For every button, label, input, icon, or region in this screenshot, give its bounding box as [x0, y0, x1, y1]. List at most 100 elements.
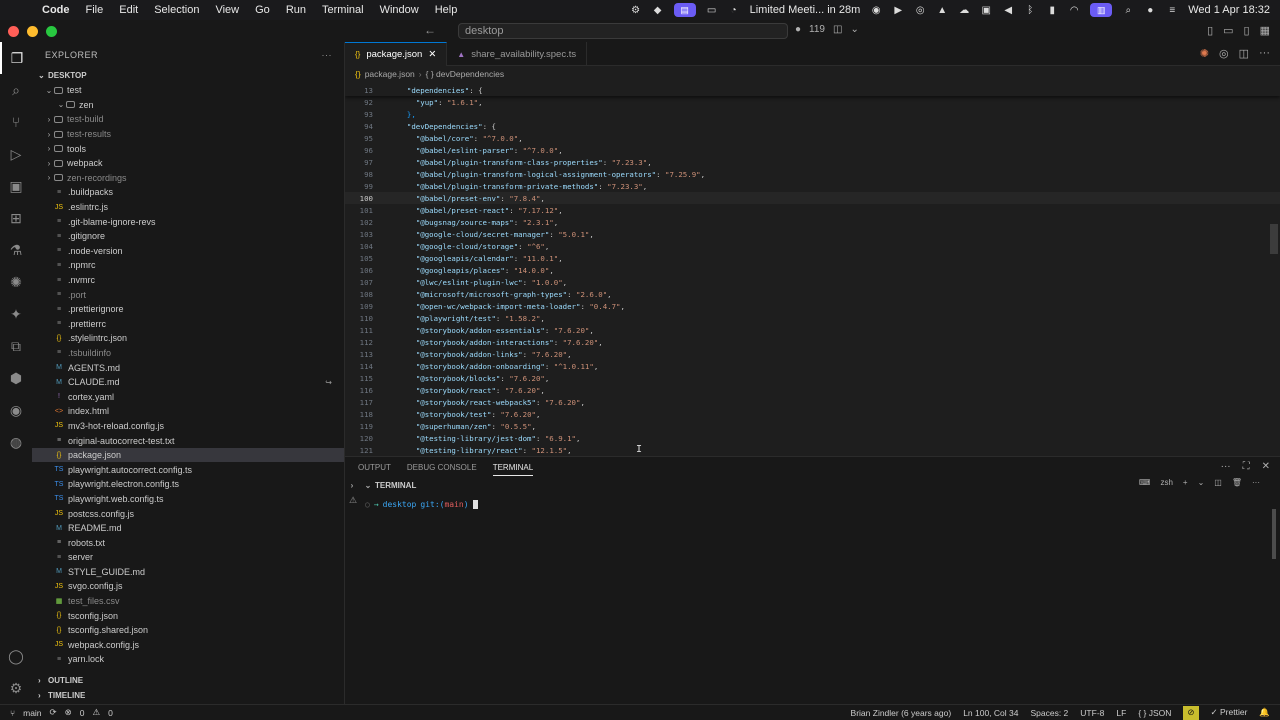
tab-package-json[interactable]: {} package.json ✕	[345, 42, 448, 66]
run-debug-icon[interactable]: ▷	[0, 138, 32, 170]
wifi-icon[interactable]: ◠	[1068, 4, 1080, 16]
volume-icon[interactable]: ◀	[1002, 4, 1014, 16]
source-control-icon[interactable]: ⑂	[0, 106, 32, 138]
tree-file[interactable]: M README.md	[32, 521, 344, 536]
claude-icon[interactable]: ✺	[0, 266, 32, 298]
more-actions-icon[interactable]: ···	[322, 50, 333, 60]
menu-run[interactable]: Run	[278, 4, 314, 16]
tree-folder[interactable]: › tools	[32, 141, 344, 156]
tree-file[interactable]: ≡ .port	[32, 287, 344, 302]
toggle-panel-icon[interactable]: ▭	[1223, 24, 1233, 37]
close-icon[interactable]: ✕	[428, 49, 436, 60]
status-position[interactable]: Ln 100, Col 34	[963, 708, 1018, 718]
tree-file[interactable]: ≡ .gitignore	[32, 229, 344, 244]
split-editor-icon[interactable]: ◫	[1239, 47, 1249, 60]
timeline-section[interactable]: › TIMELINE	[32, 688, 344, 703]
tree-file[interactable]: ≡ .node-version	[32, 244, 344, 259]
tree-file[interactable]: JS .eslintrc.js	[32, 200, 344, 215]
chevron-right-icon[interactable]: ›	[345, 481, 359, 490]
status-branch[interactable]: main	[23, 708, 41, 718]
remote-explorer-icon[interactable]: ▣	[0, 170, 32, 202]
status-errors[interactable]: 0	[80, 708, 85, 718]
terminal-prompt[interactable]: ○ → desktop git:(main)	[365, 500, 478, 509]
siri-icon[interactable]: ●	[1144, 4, 1156, 16]
tab-debug-console[interactable]: DEBUG CONSOLE	[407, 463, 477, 472]
tree-file[interactable]: M AGENTS.md	[32, 360, 344, 375]
menu-edit[interactable]: Edit	[111, 4, 146, 16]
kill-terminal-icon[interactable]: 🗑	[1232, 478, 1242, 487]
code-line[interactable]: 109 "@open-wc/webpack-import-meta-loader…	[345, 300, 1280, 312]
minimize-window-button[interactable]	[27, 25, 38, 37]
tree-file[interactable]: ≡ server	[32, 550, 344, 565]
toggle-sidebar-icon[interactable]: ▯	[1207, 24, 1213, 37]
command-center-search[interactable]: desktop	[458, 23, 788, 39]
terminal-shell-name[interactable]: zsh	[1160, 478, 1172, 487]
code-line[interactable]: 108 "@microsoft/microsoft-graph-types": …	[345, 288, 1280, 300]
clock-icon[interactable]: ◔	[728, 4, 740, 16]
more-actions-icon[interactable]: ···	[1259, 47, 1270, 60]
tree-file[interactable]: ! cortex.yaml	[32, 389, 344, 404]
tree-file[interactable]: {} .stylelintrc.json	[32, 331, 344, 346]
close-window-button[interactable]	[8, 25, 19, 37]
tree-file[interactable]: ≡ .git-blame-ignore-revs	[32, 214, 344, 229]
tree-file[interactable]: ≡ .prettierignore	[32, 302, 344, 317]
tree-file[interactable]: ≡ original-autocorrect-test.txt	[32, 433, 344, 448]
tree-file[interactable]: JS postcss.config.js	[32, 506, 344, 521]
code-line[interactable]: 112 "@storybook/addon-interactions": "7.…	[345, 336, 1280, 348]
menu-view[interactable]: View	[207, 4, 247, 16]
explorer-icon[interactable]: ❐	[0, 42, 32, 74]
breadcrumb-symbol[interactable]: { } devDependencies	[426, 69, 504, 79]
more-actions-icon[interactable]: ···	[1221, 461, 1231, 472]
code-line[interactable]: 106 "@googleapis/places": "14.0.0",	[345, 264, 1280, 276]
code-line[interactable]: 107 "@lwc/eslint-plugin-lwc": "1.0.0",	[345, 276, 1280, 288]
docker-icon[interactable]: ⬢	[0, 362, 32, 394]
tree-file[interactable]: ≡ robots.txt	[32, 535, 344, 550]
tree-file[interactable]: ≡ .buildpacks	[32, 185, 344, 200]
more-actions-icon[interactable]: ···	[1252, 478, 1260, 487]
status-encoding[interactable]: UTF-8	[1080, 708, 1104, 718]
code-line[interactable]: 105 "@googleapis/calendar": "11.0.1",	[345, 252, 1280, 264]
split-terminal-icon[interactable]: ◫	[1214, 478, 1222, 487]
tree-file[interactable]: JS webpack.config.js	[32, 638, 344, 653]
code-line[interactable]: 101 "@babel/preset-react": "7.17.12",	[345, 204, 1280, 216]
code-line[interactable]: 102 "@bugsnag/source-maps": "2.3.1",	[345, 216, 1280, 228]
gitlens-icon[interactable]: ◉	[0, 394, 32, 426]
calendar-icon[interactable]: ▭	[706, 4, 718, 16]
chevron-down-icon[interactable]: ⌄	[1198, 478, 1205, 487]
workspace-root[interactable]: ⌄ DESKTOP	[32, 68, 344, 83]
zoom-window-button[interactable]	[46, 25, 57, 37]
terminal-section-header[interactable]: › ⌄ TERMINAL ⌨ zsh + ⌄ ◫ 🗑 ···	[345, 478, 1280, 492]
tree-file[interactable]: TS playwright.web.config.ts	[32, 492, 344, 507]
code-line[interactable]: 93 },	[345, 108, 1280, 120]
source-control-count[interactable]: 119	[809, 24, 825, 35]
menu-terminal[interactable]: Terminal	[314, 4, 372, 16]
tree-file[interactable]: M CLAUDE.md ↪	[32, 375, 344, 390]
breadcrumb-file[interactable]: package.json	[365, 69, 415, 79]
code-line[interactable]: 118 "@storybook/test": "7.6.20",	[345, 408, 1280, 420]
code-line[interactable]: 103 "@google-cloud/secret-manager": "5.0…	[345, 228, 1280, 240]
code-line[interactable]: 92 "yup": "1.6.1",	[345, 96, 1280, 108]
tree-file[interactable]: JS svgo.config.js	[32, 579, 344, 594]
claude-icon[interactable]: ✺	[1200, 47, 1209, 60]
tree-file[interactable]: ▦ test_files.csv	[32, 594, 344, 609]
status-formatter[interactable]: ✓ Prettier	[1211, 707, 1248, 718]
code-line[interactable]: 114 "@storybook/addon-onboarding": "^1.0…	[345, 360, 1280, 372]
terminal-scrollbar[interactable]	[1272, 509, 1276, 559]
code-line[interactable]: 99 "@babel/plugin-transform-private-meth…	[345, 180, 1280, 192]
warning-icon[interactable]: ⚠	[349, 495, 357, 506]
new-terminal-icon[interactable]: +	[1183, 478, 1188, 487]
screen-share-icon[interactable]: ▤	[673, 3, 696, 17]
notifications-bell-icon[interactable]: 🔔	[1259, 707, 1270, 718]
copilot-icon[interactable]: ◎	[1219, 47, 1229, 60]
bluetooth-icon[interactable]: ᛒ	[1024, 4, 1036, 16]
code-line[interactable]: 117 "@storybook/react-webpack5": "7.6.20…	[345, 396, 1280, 408]
play-icon[interactable]: ▶	[892, 4, 904, 16]
project-manager-icon[interactable]: ⧉	[0, 330, 32, 362]
tree-file[interactable]: {} package.json	[32, 447, 344, 463]
menu-window[interactable]: Window	[372, 4, 427, 16]
cloud-icon[interactable]: ☁	[958, 4, 970, 16]
code-line[interactable]: 121 "@testing-library/react": "12.1.5",	[345, 444, 1280, 456]
tree-file[interactable]: ≡ yarn.lock	[32, 652, 344, 667]
tree-file[interactable]: {} tsconfig.json	[32, 608, 344, 623]
account-icon[interactable]: ◯	[0, 640, 32, 672]
